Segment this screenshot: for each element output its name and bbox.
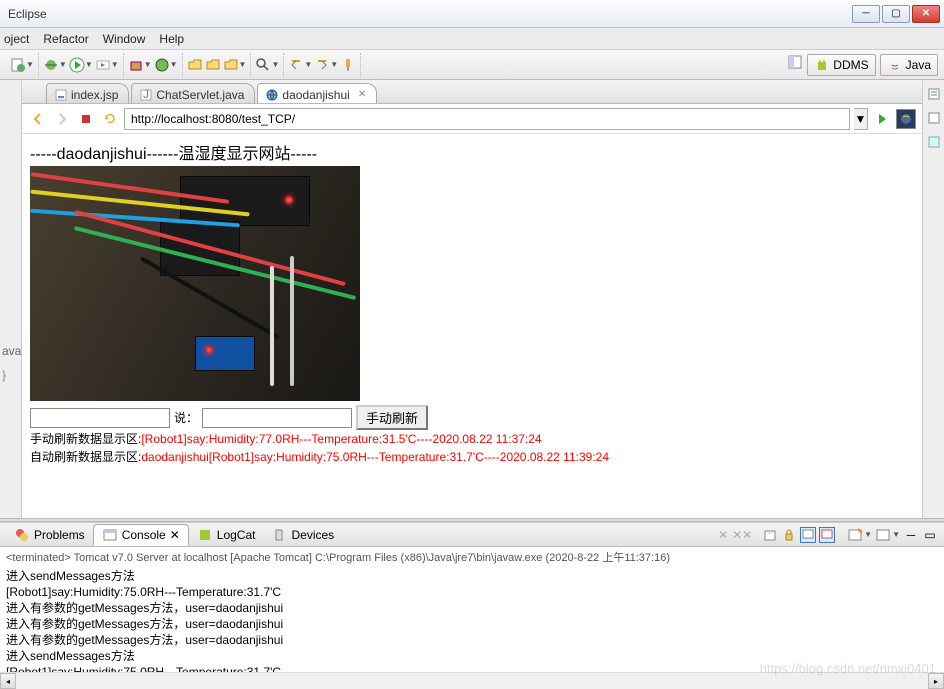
left-trim: ava } [0,80,22,518]
auto-data-row: 自动刷新数据显示区:daodanjishui[Robot1]say:Humidi… [30,448,914,466]
java-file-icon: J [140,89,152,101]
back-button[interactable] [28,109,48,129]
menu-help[interactable]: Help [159,32,184,46]
main-toolbar: ▼ ▼ ▼ ▼ ▼ ▼ ▼ ▼ ▼ ▼ DDMS Java [0,50,944,80]
tab-chatservlet-java[interactable]: J ChatServlet.java [131,83,255,103]
prev-annotation-icon[interactable] [288,57,304,73]
right-trim [922,80,944,518]
remove-launch-icon[interactable]: ✕ [715,527,731,543]
tab-label: daodanjishui [282,88,349,102]
forward-button[interactable] [52,109,72,129]
menu-project[interactable]: oject [4,32,29,46]
close-button[interactable]: ✕ [912,5,940,23]
folder-open-icon[interactable] [187,57,203,73]
package-explorer-stub[interactable]: ava } [0,80,21,386]
tab-label: index.jsp [71,88,118,102]
maximize-view-icon[interactable]: ▭ [922,527,938,543]
tab-logcat[interactable]: LogCat [189,525,264,545]
page-heading: -----daodanjishui------温湿度显示网站----- [30,140,914,164]
close-icon[interactable]: ✕ [358,89,366,100]
jsp-file-icon [55,89,67,101]
problems-icon [14,527,30,543]
maximize-button[interactable]: ▢ [882,5,910,23]
input-form: 说： 手动刷新 [30,405,914,430]
display-selected-icon[interactable] [875,527,891,543]
tab-daodanjishui[interactable]: daodanjishui ✕ [257,83,377,103]
manual-data-value: [Robot1]say:Humidity:77.0RH---Temperatur… [141,432,541,446]
external-browser-button[interactable] [896,109,916,129]
say-label: 说： [174,409,198,426]
bottom-tabs: Problems Console ✕ LogCat Devices ✕ ✕✕ ▼… [0,523,944,547]
browser-toolbar: ▼ [22,104,922,134]
editor-tabs: index.jsp J ChatServlet.java daodanjishu… [22,80,922,104]
outline-icon[interactable] [926,86,942,102]
run-icon[interactable] [69,57,85,73]
window-titlebar: Eclipse ─ ▢ ✕ [0,0,944,28]
scroll-lock-icon[interactable] [781,527,797,543]
svg-text:J: J [143,89,149,101]
stop-button[interactable] [76,109,96,129]
search-icon[interactable] [255,57,271,73]
perspective-ddms[interactable]: DDMS [807,54,875,76]
window-title: Eclipse [4,7,852,21]
console-process-label: <terminated> Tomcat v7.0 Server at local… [0,547,944,567]
package-icon[interactable] [128,57,144,73]
dropdown-icon[interactable]: ▼ [26,60,34,69]
open-perspective-icon[interactable] [787,54,803,70]
clear-console-icon[interactable] [762,527,778,543]
snippets-icon[interactable] [926,134,942,150]
tasklist-icon[interactable] [926,110,942,126]
tab-problems[interactable]: Problems [6,525,93,545]
close-icon[interactable]: ✕ [170,528,180,542]
name-input[interactable] [30,408,170,428]
scroll-left-button[interactable]: ◂ [0,673,16,689]
minimize-view-icon[interactable]: ─ [903,527,919,543]
android-icon [814,57,830,73]
go-button[interactable] [872,109,892,129]
message-input[interactable] [202,408,352,428]
watermark: https://blog.csdn.net/nmxi0401 [760,661,936,676]
perspective-java[interactable]: Java [880,54,938,76]
next-annotation-icon[interactable] [314,57,330,73]
globe-icon [266,89,278,101]
menubar: oject Refactor Window Help [0,28,944,50]
bug-icon[interactable] [43,57,59,73]
browser-page: -----daodanjishui------温湿度显示网站----- [22,134,922,518]
class-icon[interactable] [154,57,170,73]
tab-index-jsp[interactable]: index.jsp [46,83,129,103]
java-icon [887,57,903,73]
manual-refresh-button[interactable]: 手动刷新 [356,405,428,430]
auto-data-value: daodanjishui[Robot1]say:Humidity:75.0RH-… [141,450,609,464]
open-console-icon[interactable] [847,527,863,543]
show-console-on-err-icon[interactable] [819,527,835,543]
menu-window[interactable]: Window [103,32,146,46]
editor-area: index.jsp J ChatServlet.java daodanjishu… [22,80,922,518]
minimize-button[interactable]: ─ [852,5,880,23]
folder-icon[interactable] [205,57,221,73]
tab-label: ChatServlet.java [156,88,244,102]
console-output[interactable]: 进入sendMessages方法 [Robot1]say:Humidity:75… [0,567,944,672]
menu-refactor[interactable]: Refactor [43,32,88,46]
tab-devices[interactable]: Devices [263,525,342,545]
devices-icon [271,527,287,543]
url-dropdown[interactable]: ▼ [854,108,868,130]
show-console-on-out-icon[interactable] [800,527,816,543]
hardware-photo [30,166,360,401]
logcat-icon [197,527,213,543]
run-last-icon[interactable] [95,57,111,73]
pin-icon[interactable] [340,57,356,73]
new-icon[interactable] [10,57,26,73]
remove-all-icon[interactable]: ✕✕ [734,527,750,543]
url-input[interactable] [124,108,850,130]
tab-console[interactable]: Console ✕ [93,524,189,546]
manual-data-row: 手动刷新数据显示区:[Robot1]say:Humidity:77.0RH---… [30,430,914,448]
refresh-button[interactable] [100,109,120,129]
console-icon [102,527,118,543]
folder-alt-icon[interactable] [223,57,239,73]
